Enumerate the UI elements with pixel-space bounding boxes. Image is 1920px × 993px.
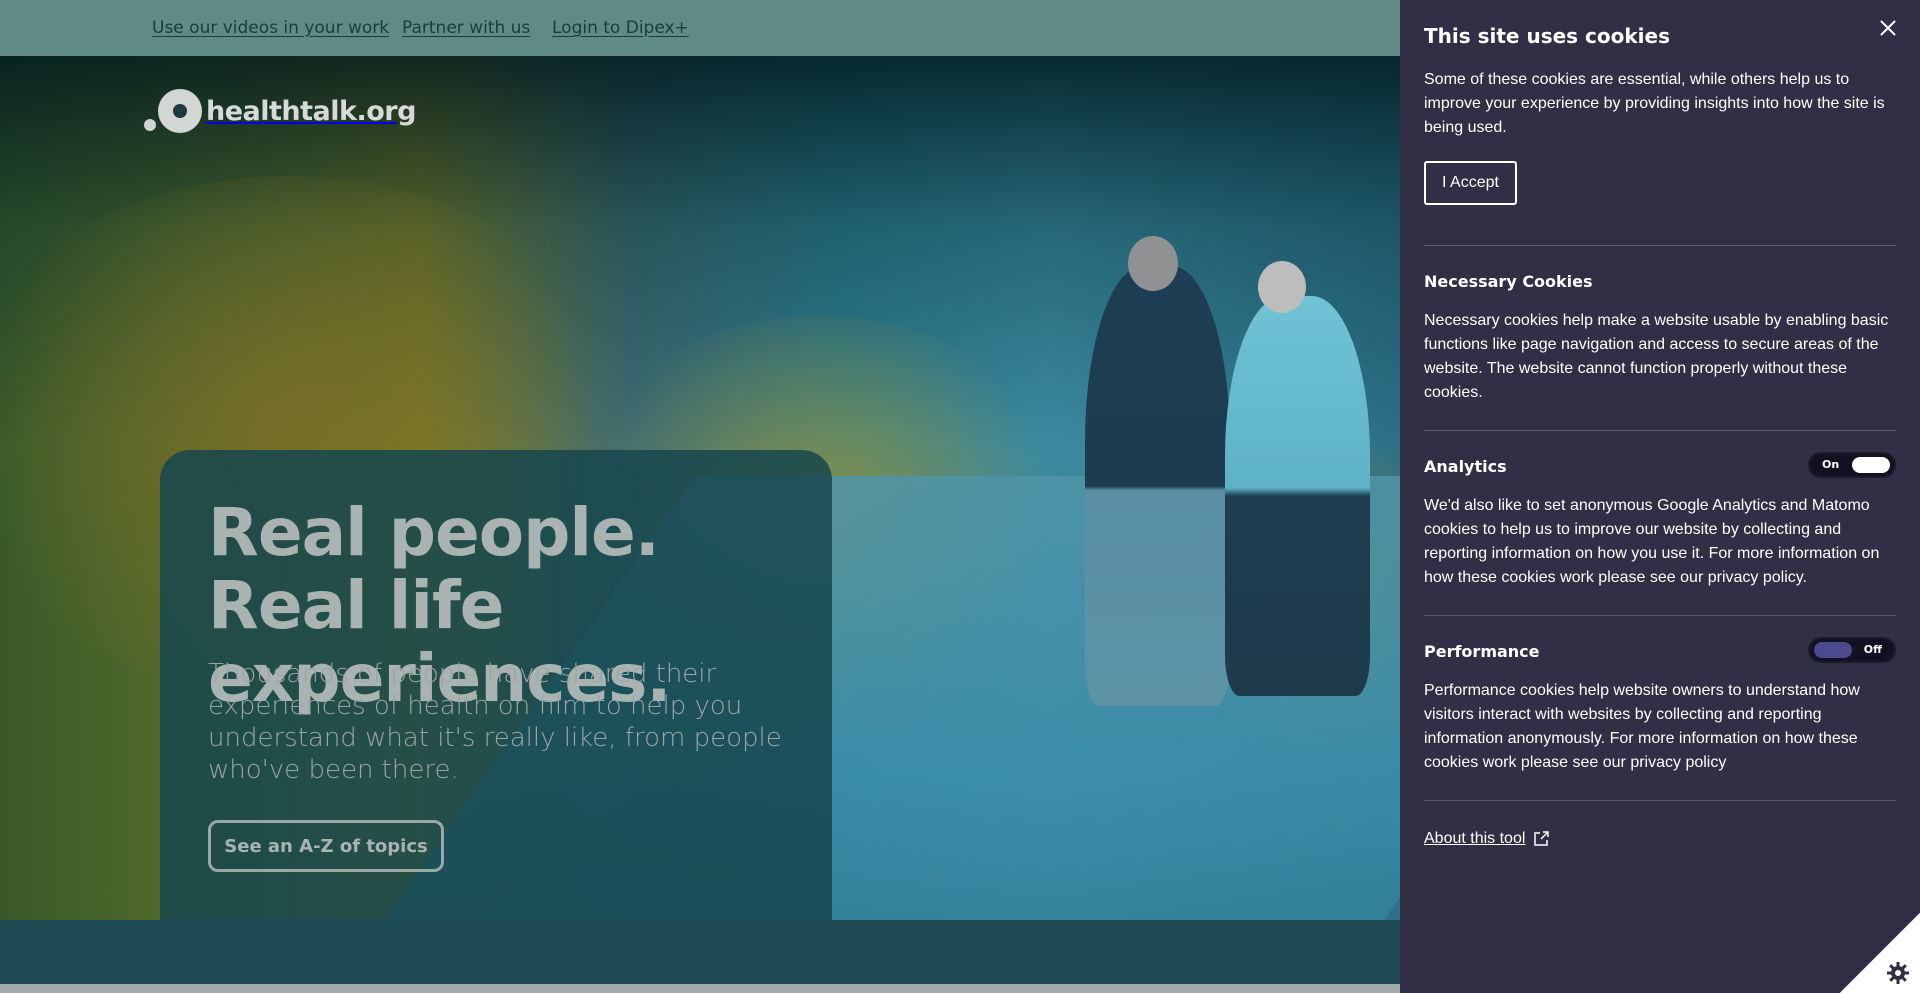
hero-person [1225, 296, 1370, 696]
analytics-text: We'd also like to set anonymous Google A… [1424, 497, 1880, 586]
cookie-panel: This site uses cookies Some of these coo… [1400, 0, 1920, 993]
hero-person-head [1128, 236, 1178, 291]
cookie-settings-corner[interactable] [1840, 913, 1920, 993]
divider [1424, 430, 1896, 431]
necessary-title: Necessary Cookies [1424, 272, 1593, 291]
logo-mark-icon [158, 89, 202, 133]
partner-link[interactable]: Partner with us [402, 18, 530, 38]
external-link-icon [1534, 831, 1550, 846]
about-tool-label: About this tool [1424, 830, 1526, 847]
top-utility-bar: Use our videos in your work Partner with… [0, 0, 1400, 56]
hero-person [1085, 266, 1230, 706]
analytics-toggle-label: On [1822, 458, 1840, 471]
accept-cookies-button[interactable]: I Accept [1424, 161, 1517, 205]
divider [1424, 245, 1896, 246]
performance-text: Performance cookies help website owners … [1424, 682, 1860, 771]
toggle-knob [1852, 457, 1890, 473]
about-tool-link[interactable]: About this tool [1424, 830, 1550, 848]
cookie-intro: Some of these cookies are essential, whi… [1424, 71, 1885, 136]
hero-card: Real people. Real life experiences. Thou… [160, 450, 832, 920]
site-logo[interactable]: healthtalk.org [144, 88, 416, 134]
close-icon[interactable] [1874, 14, 1902, 42]
performance-toggle-label: Off [1863, 643, 1882, 656]
analytics-toggle[interactable]: On [1808, 452, 1896, 478]
divider [1424, 615, 1896, 616]
cookie-panel-title: This site uses cookies [1424, 24, 1670, 48]
performance-title: Performance [1424, 642, 1540, 661]
hero-person-head [1258, 261, 1306, 313]
logo-mark-dot [144, 119, 156, 131]
a-z-topics-button[interactable]: See an A-Z of topics [208, 820, 444, 872]
toggle-knob [1814, 642, 1852, 658]
divider [1424, 800, 1896, 801]
performance-toggle[interactable]: Off [1808, 637, 1896, 663]
logo-text: healthtalk.org [206, 95, 416, 127]
hero-subtext: Thousands of people have shared their ex… [208, 659, 782, 785]
login-dipex-link[interactable]: Login to Dipex+ [552, 18, 689, 38]
necessary-text: Necessary cookies help make a website us… [1424, 312, 1889, 401]
page-band-bottom [0, 984, 1400, 993]
use-videos-link[interactable]: Use our videos in your work [152, 18, 389, 38]
analytics-title: Analytics [1424, 457, 1507, 476]
page-band [0, 920, 1400, 984]
gear-icon [1887, 962, 1909, 984]
